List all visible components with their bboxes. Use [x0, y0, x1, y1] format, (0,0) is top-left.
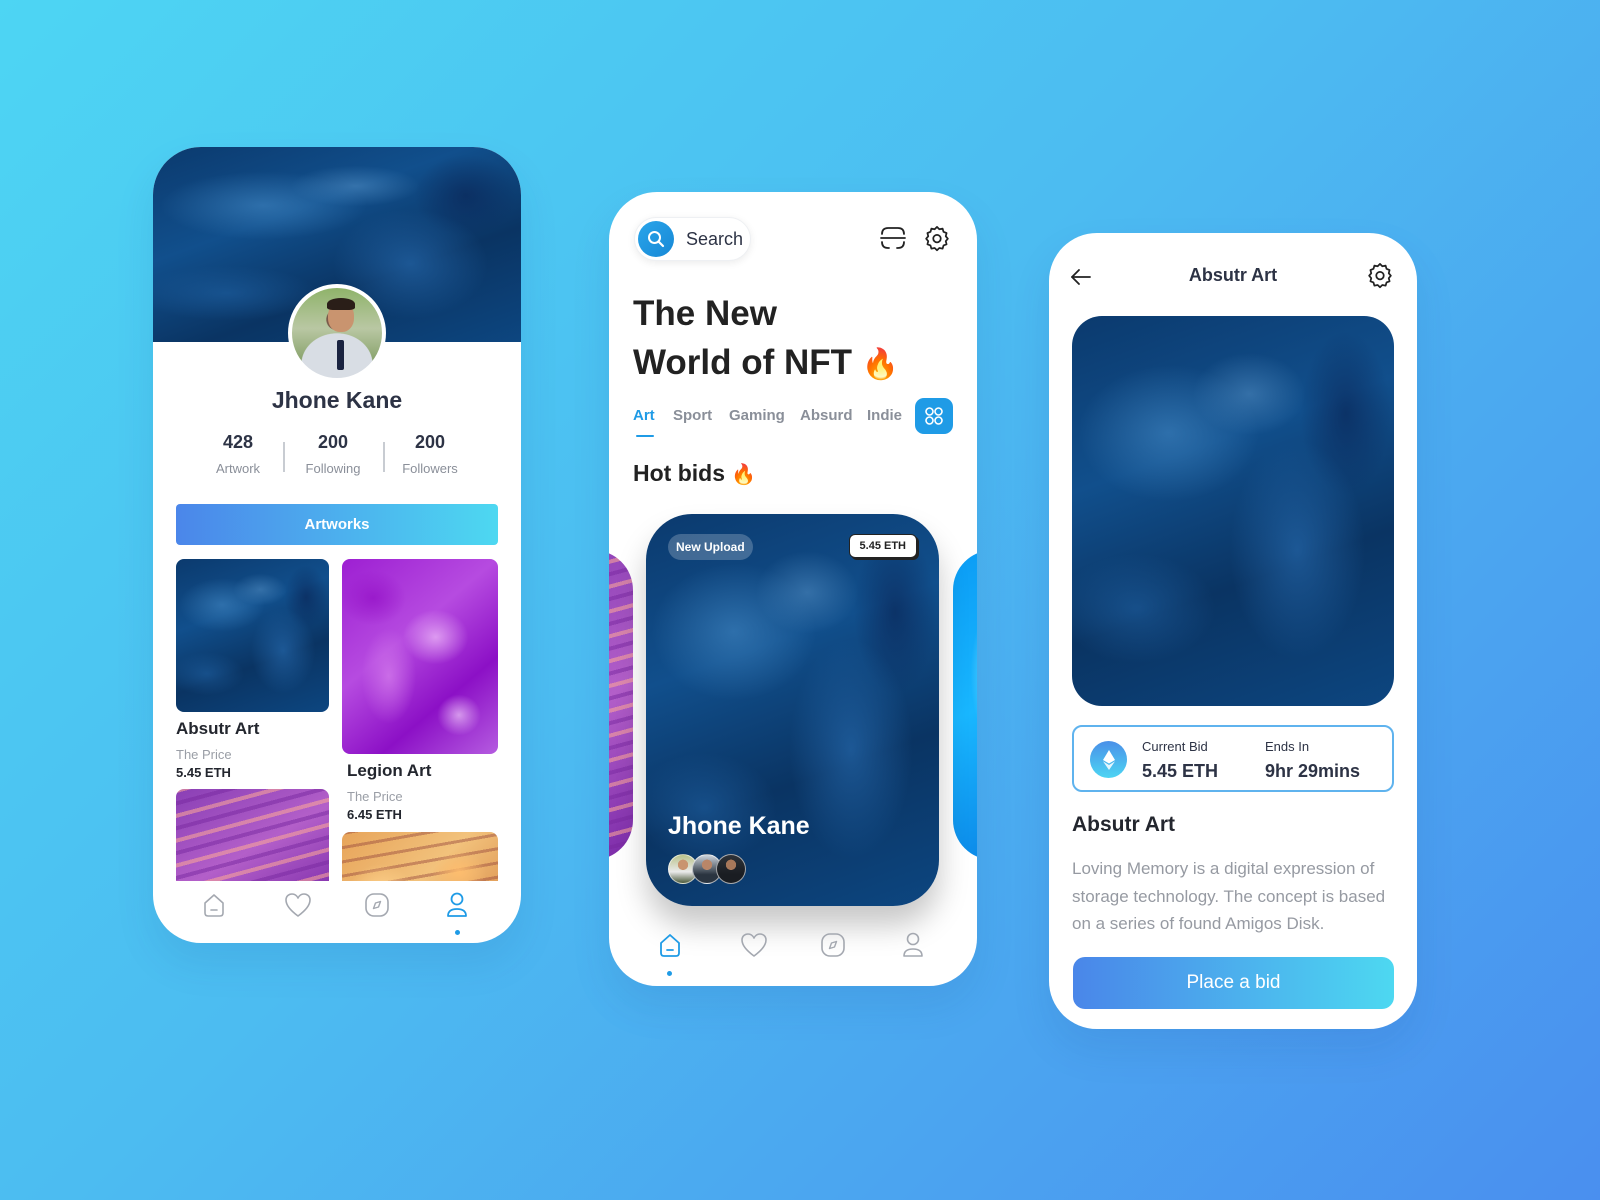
bottom-nav [153, 887, 521, 943]
current-bid-value: 5.45 ETH [1142, 761, 1219, 781]
nav-favorites[interactable] [736, 927, 772, 963]
artwork-thumbnail[interactable] [342, 832, 498, 881]
prev-card[interactable] [609, 550, 633, 860]
stat-divider [283, 442, 285, 472]
artwork-price: 6.45 ETH [347, 807, 402, 822]
artworks-button[interactable]: Artworks [176, 504, 498, 545]
settings-button[interactable] [1364, 259, 1396, 291]
nav-explore[interactable] [359, 887, 395, 923]
gear-icon [925, 226, 949, 252]
nav-explore[interactable] [815, 927, 851, 963]
active-indicator [455, 930, 460, 935]
home-icon [204, 894, 224, 917]
detail-header: Absutr Art [1049, 255, 1417, 295]
eth-badge [1090, 741, 1127, 778]
more-categories-button[interactable] [915, 398, 953, 434]
detail-screen: Absutr Art Current Bid 5.45 ETH Ends In … [1049, 233, 1417, 1029]
nav-profile[interactable] [895, 927, 931, 963]
compass-icon [821, 933, 845, 957]
hot-bid-card[interactable]: New Upload 5.45 ETH Jhone Kane [646, 514, 939, 906]
grid-icon [925, 407, 943, 425]
artwork-price-label: The Price [176, 747, 232, 762]
nav-home[interactable] [652, 927, 688, 963]
search-bar[interactable]: Search [634, 217, 751, 261]
stat-value: 200 [317, 432, 349, 452]
nav-profile[interactable] [439, 887, 475, 923]
artwork-image[interactable] [1072, 316, 1394, 706]
compass-icon [365, 893, 389, 917]
stat-value: 428 [222, 432, 254, 452]
category-tabs: Art Sport Gaming Absurd Indie [633, 407, 958, 447]
avatar[interactable] [716, 854, 746, 884]
user-icon [903, 932, 923, 957]
artwork-thumbnail-absutr[interactable] [176, 559, 329, 712]
stat-label: Artwork [215, 461, 261, 476]
fire-icon: 🔥 [861, 348, 900, 381]
artwork-title: Absutr Art [176, 719, 260, 738]
nav-favorites[interactable] [280, 887, 316, 923]
title-line-2: World of NFT [633, 343, 853, 382]
page-title: The New World of NFT 🔥 [633, 289, 899, 389]
settings-button[interactable] [921, 222, 953, 254]
home-screen: Search The New World of NFT 🔥 Art Sport … [609, 192, 977, 986]
active-indicator [667, 971, 672, 976]
header-title: Absutr Art [1188, 265, 1278, 285]
ends-in-label: Ends In [1265, 739, 1310, 754]
search-button[interactable] [638, 221, 674, 257]
artwork-title: Absutr Art [1072, 813, 1176, 836]
heart-icon [741, 933, 767, 957]
new-upload-badge: New Upload [668, 534, 753, 560]
stat-label: Followers [402, 461, 458, 476]
tab-art[interactable]: Art [633, 407, 655, 437]
stat-artwork[interactable]: 428 Artwork [193, 432, 283, 476]
nav-home[interactable] [196, 887, 232, 923]
active-tab-underline [636, 435, 654, 437]
price-badge: 5.45 ETH [848, 534, 917, 558]
fire-icon: 🔥 [731, 464, 757, 486]
user-icon [447, 892, 467, 917]
artworks-grid: Absutr Art The Price 5.45 ETH Legion Art… [153, 557, 521, 881]
tab-gaming[interactable]: Gaming [729, 407, 785, 424]
ends-in-value: 9hr 29mins [1265, 761, 1361, 781]
profile-name: Jhone Kane [271, 387, 403, 413]
tab-label: Art [633, 407, 655, 424]
artwork-thumbnail-legion[interactable] [342, 559, 498, 754]
home-icon [660, 934, 680, 957]
artwork-price: 5.45 ETH [176, 765, 231, 780]
place-bid-button[interactable]: Place a bid [1073, 957, 1394, 1009]
stat-value: 200 [414, 432, 446, 452]
next-card[interactable] [953, 550, 977, 860]
section-title: Hot bids 🔥 [633, 460, 756, 487]
stat-following[interactable]: 200 Following [288, 432, 378, 476]
profile-stats: 428 Artwork 200 Following 200 Followers [153, 432, 521, 482]
stat-label: Following [305, 461, 361, 476]
title-line-1: The New [633, 294, 777, 333]
gear-icon [1368, 263, 1392, 289]
profile-avatar[interactable] [288, 284, 386, 382]
search-icon [648, 231, 665, 248]
bid-info-box: Current Bid 5.45 ETH Ends In 9hr 29mins [1072, 725, 1394, 792]
stat-followers[interactable]: 200 Followers [385, 432, 475, 476]
bidder-avatars [668, 854, 768, 886]
artwork-price-label: The Price [347, 789, 403, 804]
scan-icon [880, 227, 906, 249]
artwork-description: Loving Memory is a digital expression of… [1072, 859, 1386, 933]
card-owner-name: Jhone Kane [668, 812, 810, 840]
search-label: Search [686, 229, 744, 249]
scan-button[interactable] [877, 222, 909, 254]
profile-screen: Jhone Kane 428 Artwork 200 Following 200… [153, 147, 521, 943]
artwork-title: Legion Art [347, 761, 432, 780]
ethereum-icon [1102, 749, 1115, 770]
artwork-thumbnail[interactable] [176, 789, 329, 881]
bottom-nav [609, 927, 977, 986]
tab-indie[interactable]: Indie [867, 407, 902, 424]
hot-bids-label: Hot bids [633, 460, 725, 486]
tab-absurd[interactable]: Absurd [800, 407, 853, 424]
tab-sport[interactable]: Sport [673, 407, 712, 424]
current-bid-label: Current Bid [1142, 739, 1208, 754]
heart-icon [285, 893, 311, 917]
